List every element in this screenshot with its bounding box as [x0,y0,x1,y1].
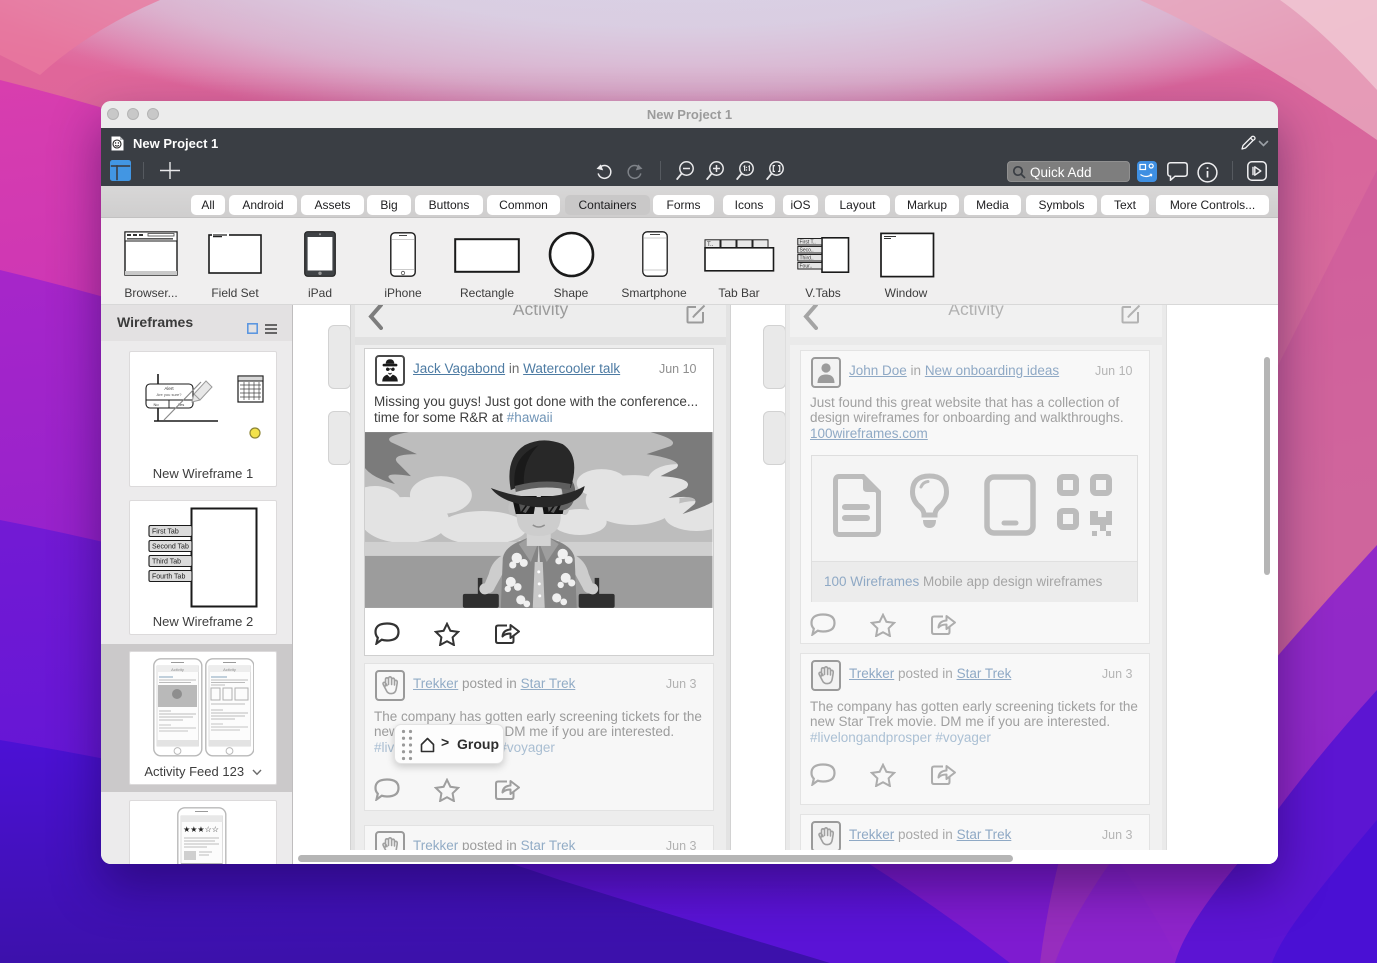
svg-text:First Tab: First Tab [152,529,179,536]
svg-text:★★★☆☆: ★★★☆☆ [183,825,219,834]
svg-text:First T..: First T.. [800,239,816,245]
svg-text:Seco..: Seco.. [800,247,814,253]
svg-text:No: No [153,402,159,407]
svg-text:Activity: Activity [223,667,236,672]
svg-text:Second Tab: Second Tab [152,544,189,551]
svg-text:Four..: Four.. [800,263,813,269]
svg-text:Alert: Alert [164,386,174,391]
svg-text:Fourth Tab: Fourth Tab [152,574,185,581]
svg-text:Activity: Activity [171,667,184,672]
svg-text:Third..: Third.. [800,255,814,261]
svg-text:Third Tab: Third Tab [152,559,181,566]
svg-text:Are you sure?: Are you sure? [157,392,183,397]
